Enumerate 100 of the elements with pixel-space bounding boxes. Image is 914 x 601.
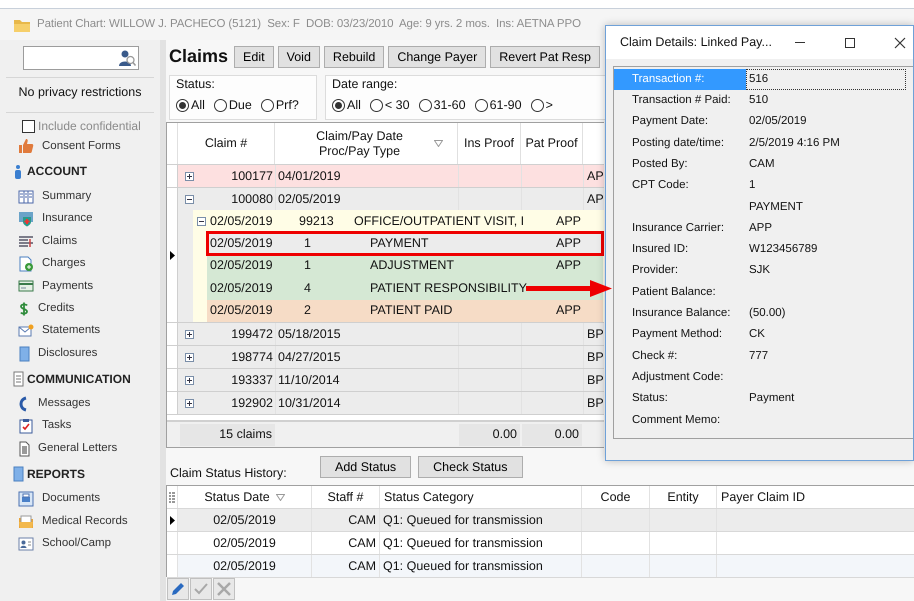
toolbar-button[interactable]: Edit <box>234 46 274 68</box>
column-header[interactable]: Entity <box>650 486 717 508</box>
radio-label[interactable]: All <box>347 98 361 113</box>
column-header[interactable]: Pat Proof <box>521 123 583 164</box>
radio-button[interactable] <box>530 99 544 112</box>
claim-count: 15 claims <box>180 424 275 446</box>
claim-row[interactable]: 100080 02/05/2019 AP <box>178 188 604 210</box>
sidebar-link[interactable]: Credits <box>0 298 74 320</box>
radio-button[interactable] <box>176 99 189 112</box>
field-value: W123456789 <box>748 242 818 258</box>
column-header[interactable]: Claim/Pay Date Proc/Pay Type <box>275 123 458 164</box>
section-heading: REPORTS <box>27 466 86 482</box>
claim-row[interactable]: 199472 05/18/2015 BP <box>178 323 604 345</box>
status-button[interactable]: Check Status <box>418 456 522 478</box>
sidebar-link[interactable]: Claims <box>0 230 78 253</box>
claim-number: 100177 <box>230 168 274 184</box>
column-header[interactable]: Staff # <box>312 486 380 508</box>
field-value: 516 <box>746 69 906 90</box>
expand-icon[interactable] <box>184 398 194 408</box>
claim-row[interactable]: 100177 04/01/2019 AP <box>178 165 604 187</box>
radio-label[interactable]: All <box>191 98 205 113</box>
transaction-type: PATIENT RESPONSIBILITY <box>369 280 528 297</box>
field-value: 1 <box>748 178 756 194</box>
expand-icon[interactable] <box>184 172 194 180</box>
sidebar-link[interactable]: Consent Forms <box>0 135 121 158</box>
folder-icon <box>18 514 34 530</box>
column-header[interactable]: Ins Proof <box>458 123 521 164</box>
column-header[interactable]: Claim # <box>178 123 275 164</box>
transaction-row[interactable]: 02/05/2019 2 PATIENT PAID APP <box>207 300 603 322</box>
sidebar-link[interactable]: Insurance <box>0 208 93 230</box>
payer-code: AP <box>583 165 604 187</box>
radio-button[interactable] <box>260 99 274 112</box>
charge-row[interactable]: 02/05/2019 99213 OFFICE/OUTPATIENT VISIT, I APP <box>193 210 603 232</box>
payer-code: BP <box>583 369 604 391</box>
charge-date: 02/05/2019 <box>210 212 274 230</box>
toolbar-button[interactable]: Change Payer <box>388 46 486 68</box>
radio-label[interactable]: 61-90 <box>490 98 522 113</box>
claim-row[interactable]: 198774 04/27/2015 BP <box>178 346 604 368</box>
claim-date: 04/27/2015 <box>275 346 458 368</box>
claim-row[interactable]: 192902 10/31/2014 BP <box>178 392 604 414</box>
sidebar-link[interactable]: Payments <box>0 275 94 298</box>
expand-icon[interactable] <box>184 376 194 384</box>
field-value: CAM <box>748 156 776 172</box>
radio-label[interactable]: > <box>546 98 553 113</box>
info-icon <box>12 164 24 180</box>
payer-code: BP <box>583 323 604 345</box>
sidebar-link[interactable]: Medical Records <box>0 510 128 533</box>
clipboard-icon <box>18 418 34 434</box>
column-header[interactable]: Code <box>582 486 650 508</box>
radio-label[interactable]: Due <box>228 98 252 113</box>
radio-button[interactable] <box>370 99 383 112</box>
expand-icon[interactable] <box>184 330 194 338</box>
radio-button[interactable] <box>474 99 488 112</box>
row-pointer-icon <box>170 250 174 260</box>
section-heading: ACCOUNT <box>27 164 87 179</box>
expand-icon[interactable] <box>184 352 194 362</box>
toolbar-button[interactable]: Void <box>278 46 320 68</box>
transaction-row[interactable]: 02/05/2019 1 ADJUSTMENT APP <box>207 254 603 277</box>
staff-code: CAM <box>312 555 380 577</box>
sidebar-link[interactable]: Charges <box>0 252 86 276</box>
sidebar-link[interactable]: General Letters <box>0 438 118 460</box>
radio-button[interactable] <box>214 99 227 112</box>
claim-number: 199472 <box>230 326 274 342</box>
field-label: CPT Code: <box>631 178 690 194</box>
edit-button[interactable] <box>167 578 189 600</box>
shield-icon <box>18 211 34 228</box>
column-header[interactable]: Status Category <box>380 486 582 508</box>
pat-proof-total: 0.00 <box>522 424 582 446</box>
sidebar-link[interactable]: Messages <box>0 392 90 416</box>
transaction-date: 02/05/2019 <box>209 234 274 252</box>
radio-label[interactable]: < 30 <box>384 98 410 113</box>
field-value: Payment <box>748 391 796 406</box>
field-label: Payment Date: <box>631 114 710 130</box>
column-chooser-icon[interactable] <box>169 492 175 502</box>
sidebar-link[interactable]: Documents <box>0 488 100 510</box>
maximize-icon <box>844 36 856 48</box>
field-value: CK <box>748 327 766 342</box>
claim-number: 100080 <box>230 190 274 208</box>
column-header[interactable]: Payer Claim ID <box>717 486 914 508</box>
toolbar-button[interactable]: Revert Pat Resp <box>490 46 600 68</box>
claim-row[interactable]: 193337 11/10/2014 BP <box>178 369 604 391</box>
radio-label[interactable]: 31-60 <box>434 98 466 113</box>
sidebar-link[interactable]: Statements <box>0 320 100 342</box>
radio-button[interactable] <box>418 99 432 112</box>
sidebar-link[interactable]: School/Camp <box>0 532 112 556</box>
column-header[interactable]: Status Date <box>178 486 312 508</box>
transaction-row[interactable]: 02/05/2019 4 PATIENT RESPONSIBILITY <box>207 277 603 300</box>
collapse-icon[interactable] <box>197 216 206 226</box>
card-icon <box>18 278 34 294</box>
transaction-row[interactable]: 02/05/2019 1 PAYMENT APP <box>207 232 603 254</box>
letter-icon <box>18 440 30 457</box>
group-label: Date range: <box>332 77 398 92</box>
radio-button[interactable] <box>332 99 345 112</box>
sidebar-link[interactable]: Disclosures <box>0 342 98 365</box>
radio-label[interactable]: Prf? <box>276 98 299 113</box>
toolbar-button[interactable]: Rebuild <box>324 46 384 68</box>
status-button[interactable]: Add Status <box>320 456 412 478</box>
sidebar-link[interactable]: Tasks <box>0 415 72 438</box>
sidebar-link[interactable]: Summary <box>0 186 92 208</box>
collapse-icon[interactable] <box>184 194 194 204</box>
